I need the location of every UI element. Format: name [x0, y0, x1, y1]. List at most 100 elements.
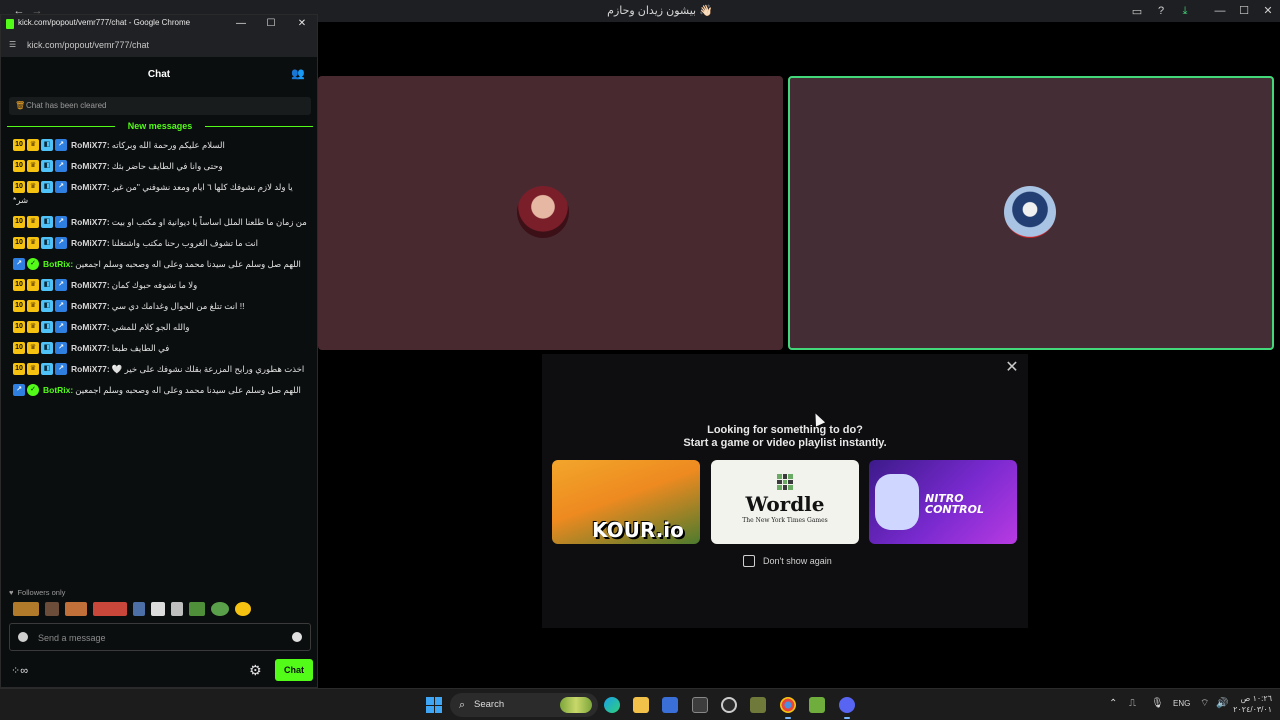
- sub-badge-icon[interactable]: 10: [13, 181, 25, 193]
- store-icon[interactable]: [662, 697, 678, 713]
- verified-badge-icon[interactable]: ✓: [27, 384, 39, 396]
- crown-badge-icon[interactable]: ♛: [27, 216, 39, 228]
- og-badge-icon[interactable]: ◧: [41, 363, 53, 375]
- emote[interactable]: [133, 602, 145, 616]
- chrome-icon[interactable]: [780, 697, 796, 719]
- og-badge-icon[interactable]: ◧: [41, 279, 53, 291]
- url-text[interactable]: kick.com/popout/vemr777/chat: [27, 40, 149, 50]
- arrow-badge-icon[interactable]: ↗: [55, 321, 67, 333]
- chat-username[interactable]: BotRix:: [43, 384, 73, 396]
- participant-tile-left[interactable]: [318, 76, 783, 350]
- chat-username[interactable]: RoMiX77:: [71, 160, 110, 172]
- og-badge-icon[interactable]: ◧: [41, 216, 53, 228]
- sub-badge-icon[interactable]: 10: [13, 216, 25, 228]
- arrow-badge-icon[interactable]: ↗: [13, 384, 25, 396]
- crown-badge-icon[interactable]: ♛: [27, 300, 39, 312]
- arrow-badge-icon[interactable]: ↗: [55, 342, 67, 354]
- chat-username[interactable]: RoMiX77:: [71, 181, 110, 193]
- sub-badge-icon[interactable]: 10: [13, 342, 25, 354]
- points-infinity-icon[interactable]: ⁘∞: [11, 665, 28, 677]
- arrow-badge-icon[interactable]: ↗: [55, 300, 67, 312]
- emote[interactable]: [65, 602, 87, 616]
- crown-badge-icon[interactable]: ♛: [27, 160, 39, 172]
- chess-icon[interactable]: [809, 697, 825, 713]
- download-icon[interactable]: ⤓: [1178, 4, 1192, 18]
- og-badge-icon[interactable]: ◧: [41, 160, 53, 172]
- crown-badge-icon[interactable]: ♛: [27, 363, 39, 375]
- sub-badge-icon[interactable]: 10: [13, 160, 25, 172]
- minimize-button[interactable]: —: [1212, 3, 1228, 19]
- steam-icon[interactable]: [721, 697, 737, 713]
- language-indicator[interactable]: ENG: [1173, 699, 1190, 708]
- wifi-icon[interactable]: ⌔: [1200, 697, 1209, 711]
- emote[interactable]: [151, 602, 165, 616]
- gear-icon[interactable]: ⚙: [249, 662, 262, 678]
- chat-username[interactable]: RoMiX77:: [71, 237, 110, 249]
- close-icon[interactable]: ✕: [1004, 360, 1020, 376]
- emote[interactable]: [93, 602, 127, 616]
- emoji-icon[interactable]: [292, 632, 302, 642]
- nitro-control-card[interactable]: NITRO CONTROL: [869, 460, 1017, 544]
- emote[interactable]: [189, 602, 205, 616]
- crown-badge-icon[interactable]: ♛: [27, 321, 39, 333]
- og-badge-icon[interactable]: ◧: [41, 342, 53, 354]
- sub-badge-icon[interactable]: 10: [13, 300, 25, 312]
- arrow-badge-icon[interactable]: ↗: [55, 181, 67, 193]
- maximize-button[interactable]: ☐: [1236, 3, 1252, 19]
- help-icon[interactable]: ?: [1154, 4, 1168, 18]
- sub-badge-icon[interactable]: 10: [13, 363, 25, 375]
- users-icon[interactable]: 👥: [291, 68, 305, 80]
- windows-start-icon[interactable]: [426, 697, 442, 713]
- inbox-icon[interactable]: ▭: [1130, 4, 1144, 18]
- crown-badge-icon[interactable]: ♛: [27, 237, 39, 249]
- emote[interactable]: [211, 602, 229, 616]
- chat-username[interactable]: BotRix:: [43, 258, 73, 270]
- address-bar[interactable]: ☰ kick.com/popout/vemr777/chat: [1, 33, 317, 57]
- emote[interactable]: [13, 602, 39, 616]
- taskbar-search[interactable]: ⌕ Search: [450, 693, 598, 717]
- arrow-badge-icon[interactable]: ↗: [55, 160, 67, 172]
- arrow-badge-icon[interactable]: ↗: [13, 258, 25, 270]
- message-input-box[interactable]: [9, 623, 311, 651]
- crown-badge-icon[interactable]: ♛: [27, 342, 39, 354]
- emote[interactable]: [45, 602, 59, 616]
- clock[interactable]: ١٠:٢٦ ص ٢٠٢٤/٠٣/٠١: [1232, 693, 1272, 715]
- arrow-badge-icon[interactable]: ↗: [55, 363, 67, 375]
- close-button[interactable]: ✕: [1260, 3, 1276, 19]
- file-explorer-icon[interactable]: [633, 697, 649, 713]
- wordle-card[interactable]: Wordle The New York Times Games: [711, 460, 859, 544]
- close-button[interactable]: ✕: [294, 16, 310, 32]
- sub-badge-icon[interactable]: 10: [13, 237, 25, 249]
- arrow-badge-icon[interactable]: ↗: [55, 279, 67, 291]
- app-icon[interactable]: [692, 697, 708, 713]
- og-badge-icon[interactable]: ◧: [41, 300, 53, 312]
- sub-badge-icon[interactable]: 10: [13, 279, 25, 291]
- dont-show-again[interactable]: Don't show again: [743, 555, 832, 567]
- chat-username[interactable]: RoMiX77:: [71, 300, 110, 312]
- og-badge-icon[interactable]: ◧: [41, 237, 53, 249]
- chat-username[interactable]: RoMiX77:: [71, 363, 110, 375]
- checkbox[interactable]: [743, 555, 755, 567]
- chevron-up-icon[interactable]: ⌃: [1109, 697, 1117, 711]
- crown-badge-icon[interactable]: ♛: [27, 279, 39, 291]
- discord-icon[interactable]: [839, 697, 855, 719]
- emote[interactable]: [235, 602, 251, 616]
- kour-io-card[interactable]: KOUR.io: [552, 460, 700, 544]
- arrow-badge-icon[interactable]: ↗: [55, 237, 67, 249]
- crown-badge-icon[interactable]: ♛: [27, 139, 39, 151]
- microphone-icon[interactable]: 🎙: [1151, 697, 1164, 711]
- site-info-icon[interactable]: ☰: [9, 40, 19, 50]
- og-badge-icon[interactable]: ◧: [41, 181, 53, 193]
- crown-badge-icon[interactable]: ♛: [27, 181, 39, 193]
- chat-username[interactable]: RoMiX77:: [71, 279, 110, 291]
- sub-badge-icon[interactable]: 10: [13, 139, 25, 151]
- participant-tile-speaking[interactable]: [788, 76, 1274, 350]
- arrow-badge-icon[interactable]: ↗: [55, 216, 67, 228]
- chat-username[interactable]: RoMiX77:: [71, 139, 110, 151]
- send-chat-button[interactable]: Chat: [275, 659, 313, 681]
- chat-username[interactable]: RoMiX77:: [71, 321, 110, 333]
- arrow-badge-icon[interactable]: ↗: [55, 139, 67, 151]
- network-icon[interactable]: ⎍: [1129, 697, 1136, 711]
- edge-icon[interactable]: [604, 697, 620, 713]
- maximize-button[interactable]: ☐: [263, 16, 279, 32]
